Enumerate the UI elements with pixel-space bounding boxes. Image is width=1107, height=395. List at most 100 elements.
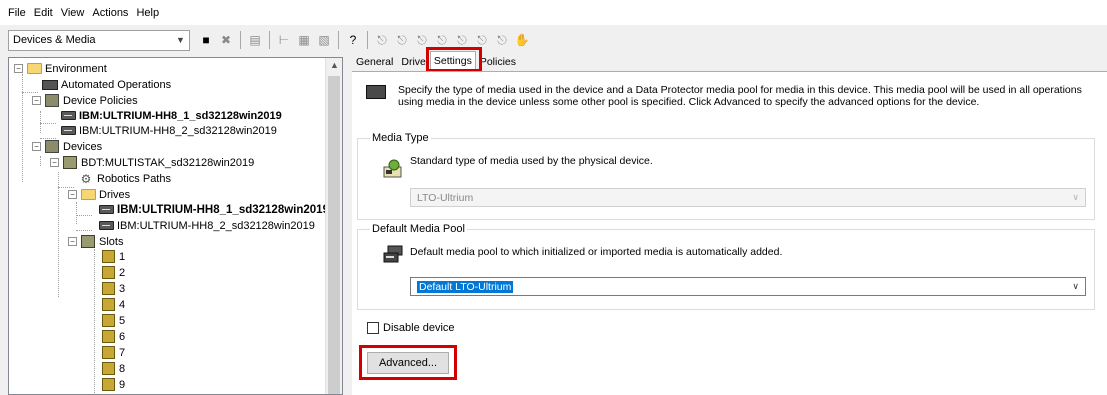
tab-settings[interactable]: Settings (429, 51, 476, 70)
tree-node-slot[interactable]: 8 (100, 361, 125, 376)
properties-icon[interactable]: ▧ (316, 32, 332, 48)
collapse-library[interactable]: − (50, 158, 59, 167)
tree-node-policy-2[interactable]: IBM:ULTRIUM-HH8_2_sd32128win2019 (60, 123, 277, 138)
tab-strip: General Drive Settings Policies (352, 51, 520, 71)
scroll-up-icon[interactable]: ▲ (326, 60, 342, 74)
slot-icon (100, 378, 116, 392)
media-type-group (357, 138, 1095, 220)
menu-file[interactable]: File (8, 7, 26, 19)
media-icon (383, 159, 403, 179)
slot-icon (100, 314, 116, 328)
settings-intro-text: Specify the type of media used in the de… (398, 84, 1082, 108)
list-icon[interactable]: ▤ (247, 32, 263, 48)
toolbar-separator (240, 31, 241, 49)
tab-general[interactable]: General (352, 53, 397, 70)
collapse-devices[interactable]: − (32, 142, 41, 151)
drive-icon (60, 109, 76, 123)
collapse-drives[interactable]: − (68, 190, 77, 199)
tree-node-slots[interactable]: Slots (80, 234, 123, 249)
tree-node-slot[interactable]: 6 (100, 329, 125, 344)
media-type-description: Standard type of media used by the physi… (410, 155, 653, 167)
scrollbar-thumb[interactable] (328, 76, 340, 394)
tree-node-slot[interactable]: 5 (100, 313, 125, 328)
tab-policies[interactable]: Policies (476, 53, 520, 70)
collapse-device-policies[interactable]: − (32, 96, 41, 105)
disable-device-checkbox[interactable]: Disable device (367, 322, 455, 334)
slot-icon (100, 330, 116, 344)
tree-node-environment[interactable]: Environment (26, 61, 107, 76)
grid-icon[interactable]: ▦ (296, 32, 312, 48)
settings-panel: Specify the type of media used in the de… (352, 71, 1107, 395)
toolbar-separator (269, 31, 270, 49)
tree-node-slot[interactable]: 4 (100, 297, 125, 312)
media-pool-description: Default media pool to which initialized … (410, 246, 783, 258)
tree-node-devices[interactable]: Devices (44, 139, 102, 154)
menu-actions[interactable]: Actions (92, 7, 128, 19)
checkbox-box[interactable] (367, 322, 379, 334)
media-pool-select[interactable]: Default LTO-Ultrium ∨ (410, 277, 1086, 296)
media-type-value: LTO-Ultrium (417, 191, 474, 204)
users-icon[interactable]: ■ (198, 32, 214, 48)
context-select-value: Devices & Media (13, 34, 96, 46)
menu-bar: File Edit View Actions Help (0, 0, 1107, 25)
connect-icon[interactable]: ⎋ (374, 32, 390, 48)
tree-node-automated-operations[interactable]: Automated Operations (42, 77, 171, 92)
menu-help[interactable]: Help (136, 7, 159, 19)
scan-icon[interactable]: ⎋ (434, 32, 450, 48)
import-icon[interactable]: ⎋ (474, 32, 490, 48)
disconnect-icon[interactable]: ⎋ (394, 32, 410, 48)
tree-node-slot[interactable]: 3 (100, 281, 125, 296)
tree-scrollbar[interactable]: ▲ (325, 58, 342, 394)
export-icon[interactable]: ⎋ (494, 32, 510, 48)
media-type-select[interactable]: LTO-Ultrium ∨ (410, 188, 1086, 207)
slot-icon (100, 362, 116, 376)
context-select[interactable]: Devices & Media ▼ (8, 29, 190, 51)
media-pool-group (357, 229, 1095, 310)
pin-icon[interactable]: ⊢ (276, 32, 292, 48)
toolbar-separator (338, 31, 339, 49)
tree-node-drive-2[interactable]: IBM:ULTRIUM-HH8_2_sd32128win2019 (98, 218, 315, 233)
tree-node-slot[interactable]: 1 (100, 249, 125, 264)
tree-node-slot[interactable]: 9 (100, 377, 125, 392)
disable-device-label: Disable device (383, 322, 455, 334)
policy-icon (44, 94, 60, 108)
tree-node-library[interactable]: BDT:MULTISTAK_sd32128win2019 (62, 155, 254, 170)
stop-icon[interactable]: ✖ (218, 32, 234, 48)
menu-view[interactable]: View (61, 7, 85, 19)
tree-node-drive-1[interactable]: IBM:ULTRIUM-HH8_1_sd32128win2019 (98, 202, 329, 217)
advanced-button[interactable]: Advanced... (367, 352, 449, 374)
media-pool-value: Default LTO-Ultrium (417, 280, 514, 293)
folder-icon (80, 188, 96, 202)
media-type-title: Media Type (370, 132, 431, 144)
collapse-slots[interactable]: − (68, 237, 77, 246)
chevron-down-icon: ∨ (1072, 192, 1079, 202)
slots-icon (80, 235, 96, 249)
folder-icon (26, 62, 42, 76)
toolbar-separator (367, 31, 368, 49)
collapse-environment[interactable]: − (14, 64, 23, 73)
chevron-down-icon: ▼ (176, 35, 185, 45)
tree-node-device-policies[interactable]: Device Policies (44, 93, 138, 108)
tab-drive[interactable]: Drive (397, 53, 430, 70)
hand-icon[interactable]: ✋ (514, 32, 530, 48)
menu-edit[interactable]: Edit (34, 7, 53, 19)
help-icon[interactable]: ? (345, 32, 361, 48)
tree-node-policy-1[interactable]: IBM:ULTRIUM-HH8_1_sd32128win2019 (60, 108, 282, 123)
properties-pane: General Drive Settings Policies Specify … (352, 47, 1107, 395)
object-tree[interactable]: − Environment Automated Operations − Dev… (8, 57, 343, 395)
tree-node-slot[interactable]: 7 (100, 345, 125, 360)
library-icon (62, 156, 78, 170)
format-icon[interactable]: ⎋ (454, 32, 470, 48)
tree-node-slot[interactable]: 2 (100, 265, 125, 280)
tree-node-drives[interactable]: Drives (80, 187, 130, 202)
slot-icon (100, 346, 116, 360)
drive-icon (60, 124, 76, 138)
robotics-icon: ⚙ (80, 171, 92, 186)
toolbar: Devices & Media ▼ ■ ✖ ▤ ⊢ ▦ ▧ ? ⎋ ⎋ ⎋ ⎋ … (0, 27, 1107, 53)
refresh-icon[interactable]: ⎋ (414, 32, 430, 48)
devices-icon (44, 140, 60, 154)
drive-icon (98, 203, 114, 217)
tree-node-robotics-paths[interactable]: ⚙ Robotics Paths (78, 171, 171, 186)
slot-icon (100, 282, 116, 296)
slot-icon (100, 298, 116, 312)
